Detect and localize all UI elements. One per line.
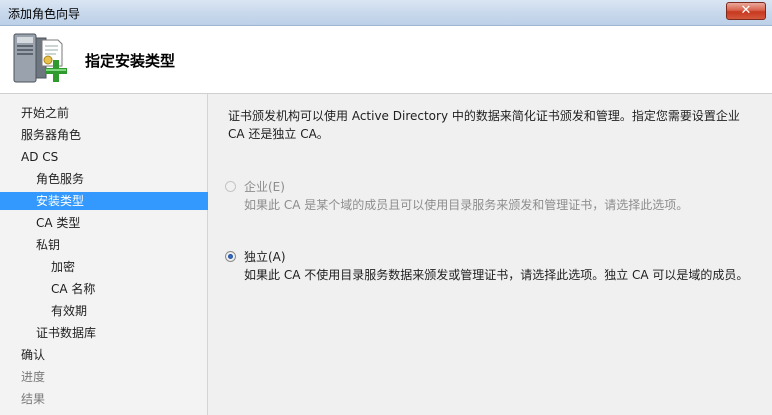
nav-item-ca-type[interactable]: CA 类型 [0, 214, 208, 232]
close-icon: ✕ [740, 3, 752, 18]
wizard-header: 指定安装类型 [0, 26, 772, 94]
option-enterprise: 企业(E) [225, 178, 285, 195]
enterprise-label: 企业(E) [244, 180, 285, 194]
nav-item-confirmation[interactable]: 确认 [0, 346, 208, 364]
close-button[interactable]: ✕ [726, 2, 766, 20]
nav-item-server-roles[interactable]: 服务器角色 [0, 126, 208, 144]
enterprise-description: 如果此 CA 是某个域的成员且可以使用目录服务来颁发和管理证书，请选择此选项。 [244, 198, 689, 212]
nav-item-role-services[interactable]: 角色服务 [0, 170, 208, 188]
nav-item-ca-name[interactable]: CA 名称 [0, 280, 208, 298]
wizard-navigation: 开始之前 服务器角色 AD CS 角色服务 安装类型 CA 类型 私钥 加密 C… [0, 94, 208, 415]
window-title: 添加角色向导 [8, 7, 81, 21]
nav-item-progress: 进度 [21, 370, 46, 384]
title-bar: 添加角色向导 ✕ [0, 0, 772, 26]
option-standalone[interactable]: 独立(A) [225, 248, 286, 265]
nav-item-certificate-database[interactable]: 证书数据库 [0, 324, 208, 342]
nav-item-ad-cs[interactable]: AD CS [0, 148, 208, 166]
standalone-radio[interactable] [225, 251, 236, 262]
main-content: 证书颁发机构可以使用 Active Directory 中的数据来简化证书颁发和… [209, 94, 772, 415]
standalone-description: 如果此 CA 不使用目录服务数据来颁发或管理证书，请选择此选项。独立 CA 可以… [244, 268, 749, 282]
nav-item-validity-period[interactable]: 有效期 [0, 302, 208, 320]
nav-item-before-you-begin[interactable]: 开始之前 [0, 104, 208, 122]
server-add-icon [13, 33, 67, 83]
nav-item-private-key[interactable]: 私钥 [0, 236, 208, 254]
nav-item-cryptography[interactable]: 加密 [0, 258, 208, 276]
standalone-label[interactable]: 独立(A) [244, 248, 286, 265]
intro-text: 证书颁发机构可以使用 Active Directory 中的数据来简化证书颁发和… [228, 109, 740, 141]
enterprise-radio [225, 181, 236, 192]
page-title: 指定安装类型 [85, 52, 176, 70]
nav-item-results: 结果 [21, 392, 46, 406]
nav-item-setup-type[interactable]: 安装类型 [0, 192, 208, 210]
